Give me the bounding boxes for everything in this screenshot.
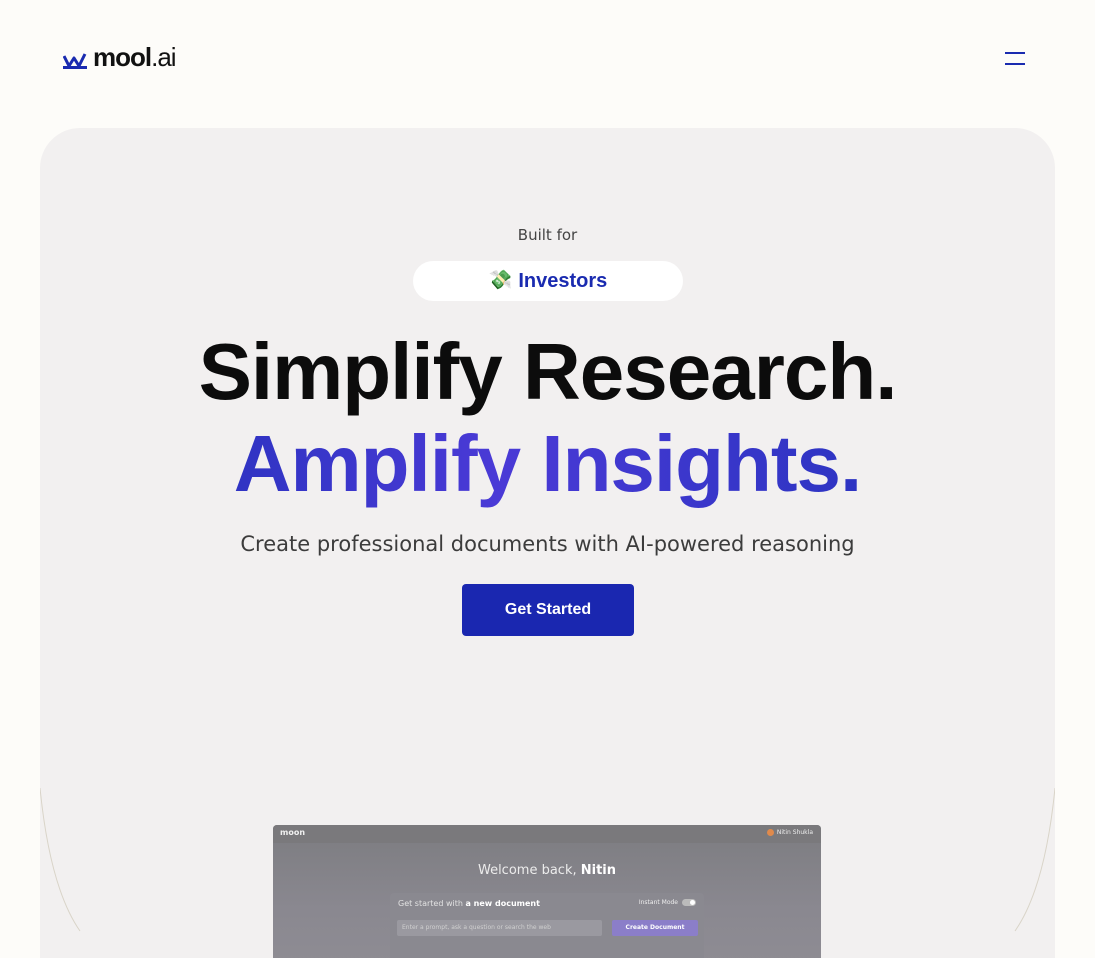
- hamburger-menu-icon[interactable]: [1001, 48, 1029, 70]
- preview-topbar: moon Nitin Shukla: [273, 825, 821, 843]
- preview-welcome: Welcome back, Nitin: [273, 863, 821, 878]
- preview-get-started-strong: a new document: [465, 899, 540, 908]
- logo-wordmark: mool.ai: [93, 42, 177, 73]
- top-navigation: mool.ai: [0, 0, 1095, 118]
- hero-subtitle: Create professional documents with AI-po…: [240, 532, 855, 556]
- preview-user: Nitin Shukla: [766, 829, 813, 836]
- headline-primary: Simplify Research.: [198, 327, 898, 416]
- preview-get-started: Get started with a new document: [398, 899, 540, 908]
- preview-welcome-name: Nitin: [580, 863, 617, 878]
- preview-toggle: [682, 899, 696, 906]
- preview-get-started-prefix: Get started with: [398, 899, 463, 908]
- built-for-label: Built for: [517, 226, 578, 244]
- mool-logo-icon: [63, 52, 87, 69]
- headline-accent: Amplify Insights.: [40, 418, 1055, 510]
- preview-instant-mode-label: Instant Mode: [638, 899, 678, 906]
- preview-prompt-input: Enter a prompt, ask a question or search…: [397, 920, 602, 936]
- preview-brand: moon: [280, 828, 306, 837]
- preview-instant-mode: Instant Mode: [639, 899, 696, 906]
- audience-label: Investors: [518, 269, 608, 292]
- preview-create-document-button: Create Document: [612, 920, 698, 936]
- hero-section: Built for 💸 Investors Simplify Research.…: [40, 128, 1055, 958]
- brand-logo[interactable]: mool.ai: [63, 42, 177, 73]
- avatar: [766, 829, 774, 836]
- logo-word: mool: [93, 42, 152, 72]
- preview-user-name: Nitin Shukla: [776, 829, 813, 836]
- preview-welcome-prefix: Welcome back,: [477, 863, 577, 878]
- app-preview-screenshot: moon Nitin Shukla Welcome back, Nitin Ge…: [273, 825, 821, 958]
- audience-pill: 💸 Investors: [413, 261, 683, 301]
- preview-new-document-card: Get started with a new document Instant …: [390, 893, 704, 958]
- money-with-wings-icon: 💸: [488, 268, 513, 291]
- get-started-button[interactable]: Get Started: [462, 584, 634, 636]
- logo-suffix: .ai: [151, 42, 176, 72]
